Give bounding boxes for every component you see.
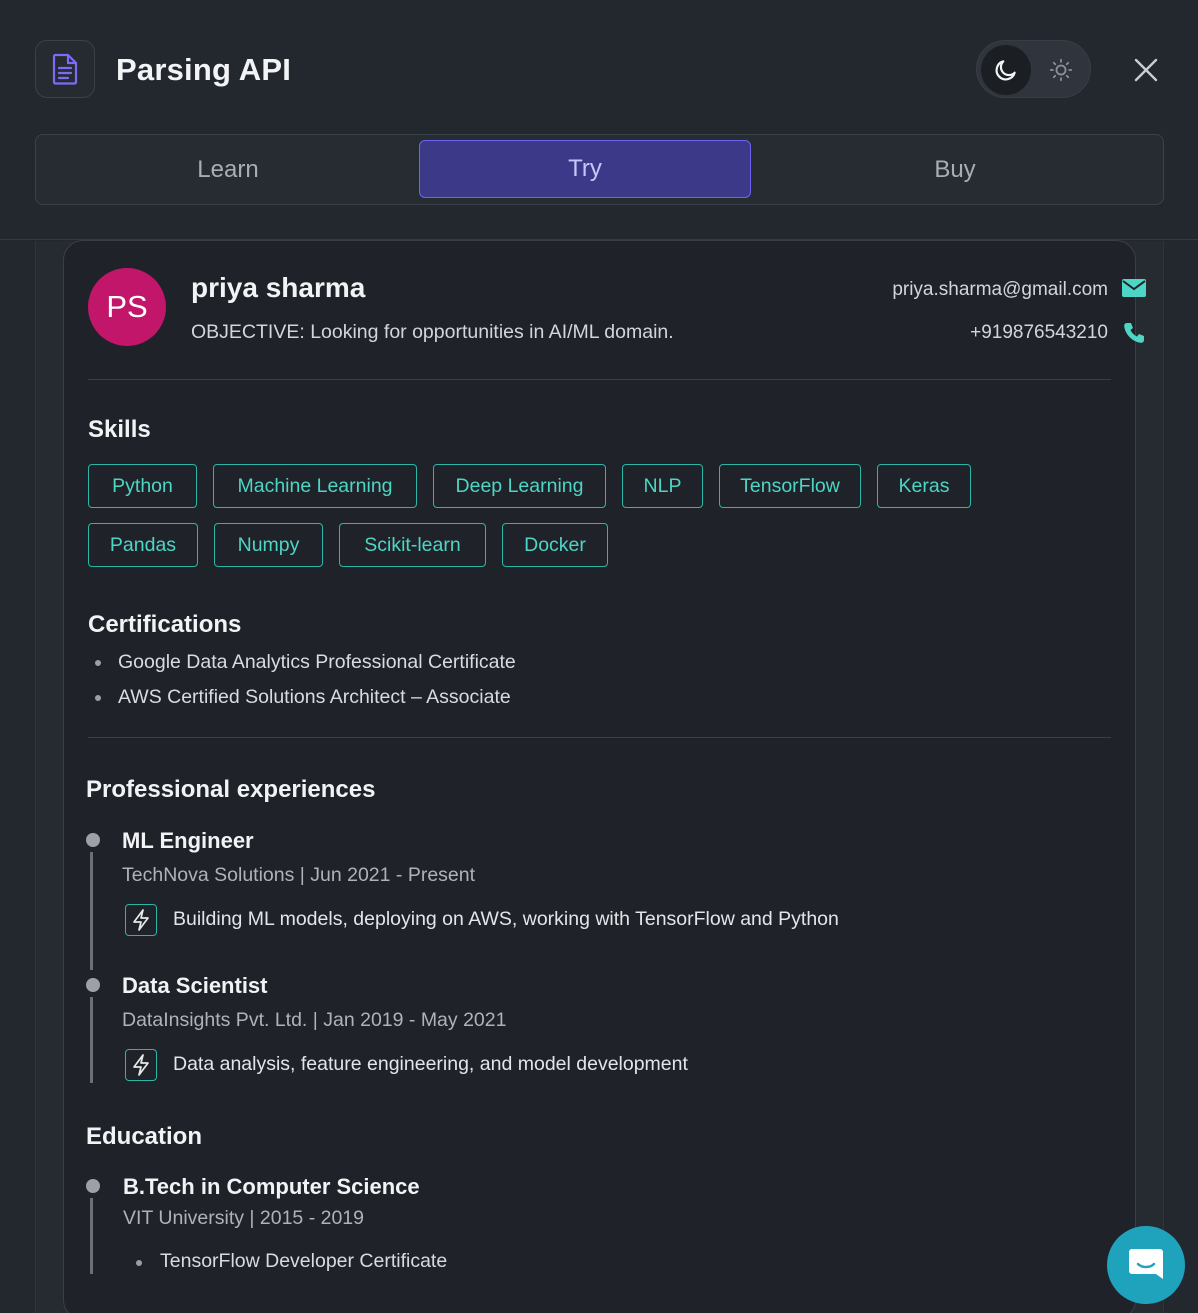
candidate-name: priya sharma [191, 272, 366, 303]
education-heading: Education [86, 1123, 203, 1150]
avatar: PS [88, 268, 166, 346]
chat-icon [1129, 1249, 1163, 1279]
lightning-icon [125, 904, 157, 936]
timeline-dot [86, 978, 100, 992]
tab-buy[interactable]: Buy [786, 135, 1124, 204]
timeline-dot [86, 1179, 100, 1193]
skill-chip: TensorFlow [719, 464, 861, 508]
skill-chip: Scikit-learn [339, 523, 486, 567]
degree-title: B.Tech in Computer Science [123, 1174, 420, 1199]
job-description: Data analysis, feature engineering, and … [173, 1053, 688, 1075]
education-note: TensorFlow Developer Certificate [160, 1250, 448, 1272]
job-company: TechNova Solutions | Jun 2021 - Present [122, 864, 476, 886]
moon-icon[interactable] [981, 45, 1031, 95]
header-bar: Parsing API Learn Try Buy [0, 0, 1198, 240]
bullet-dot [95, 660, 101, 666]
certifications-heading: Certifications [88, 611, 242, 638]
divider [88, 737, 1111, 738]
divider [88, 379, 1111, 380]
bullet-dot [136, 1260, 142, 1266]
contact-phone[interactable]: +919876543210 [970, 322, 1144, 344]
skill-chip: Python [88, 464, 197, 508]
job-company: DataInsights Pvt. Ltd. | Jan 2019 - May … [122, 1009, 507, 1031]
mail-icon [1122, 278, 1146, 304]
contact-email[interactable]: priya.sharma@gmail.com [892, 279, 1146, 301]
skill-chip: Keras [877, 464, 971, 508]
candidate-objective: OBJECTIVE: Looking for opportunities in … [191, 321, 674, 343]
certification-item: Google Data Analytics Professional Certi… [118, 651, 516, 673]
job-title: Data Scientist [122, 973, 268, 998]
job-title: ML Engineer [122, 828, 254, 853]
document-icon [35, 40, 95, 98]
close-icon[interactable] [1128, 52, 1164, 88]
tab-learn[interactable]: Learn [36, 135, 420, 204]
experience-heading: Professional experiences [86, 776, 376, 803]
page-title: Parsing API [116, 52, 292, 87]
skill-chip: Pandas [88, 523, 198, 567]
tab-try[interactable]: Try [419, 140, 751, 198]
skill-chip: Docker [502, 523, 608, 567]
timeline-line [90, 1198, 93, 1274]
sun-icon[interactable] [1036, 45, 1086, 95]
theme-toggle[interactable] [976, 40, 1091, 98]
timeline-line [90, 997, 93, 1083]
skill-chip: Machine Learning [213, 464, 417, 508]
skill-chip: NLP [622, 464, 703, 508]
bullet-dot [95, 695, 101, 701]
skill-chip: Deep Learning [433, 464, 606, 508]
email-text[interactable]: priya.sharma@gmail.com [892, 279, 1108, 301]
tab-bar: Learn Try Buy [35, 134, 1164, 205]
school-info: VIT University | 2015 - 2019 [123, 1207, 364, 1229]
phone-icon [1122, 321, 1146, 351]
skill-chip: Numpy [214, 523, 323, 567]
certification-item: AWS Certified Solutions Architect – Asso… [118, 686, 511, 708]
timeline-dot [86, 833, 100, 847]
phone-text[interactable]: +919876543210 [970, 322, 1108, 344]
timeline-line [90, 852, 93, 970]
chat-launcher-button[interactable] [1107, 1226, 1185, 1304]
job-description: Building ML models, deploying on AWS, wo… [173, 908, 839, 930]
skills-heading: Skills [88, 416, 151, 443]
lightning-icon [125, 1049, 157, 1081]
